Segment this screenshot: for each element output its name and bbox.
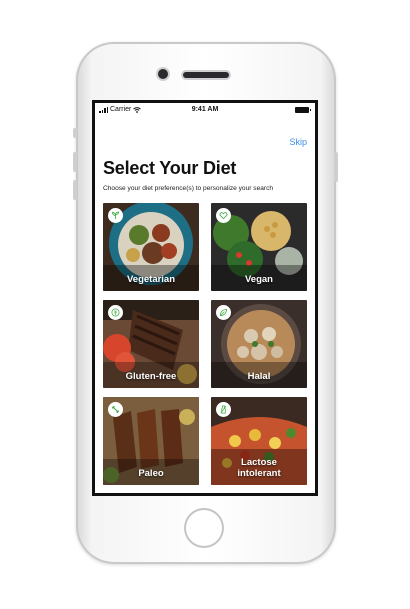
sprout-icon: [108, 208, 123, 223]
diet-label: Lactose intolerant: [237, 457, 281, 479]
page-title: Select Your Diet: [103, 158, 237, 178]
mute-switch: [73, 128, 77, 138]
diet-card-vegetarian[interactable]: Vegetarian: [103, 203, 199, 291]
status-time: 9:41 AM: [191, 106, 219, 113]
diet-label: Vegetarian: [126, 274, 176, 285]
volume-up-button: [73, 152, 77, 172]
battery-icon: [295, 107, 311, 113]
diet-label: Paleo: [138, 468, 164, 479]
diet-label: Vegan: [245, 274, 273, 285]
no-wheat-icon: [108, 305, 123, 320]
diet-card-lactose-intolerant[interactable]: Lactose intolerant: [211, 397, 307, 485]
page-subtitle: Choose your diet preference(s) to person…: [103, 185, 274, 192]
milk-bottle-icon: [216, 402, 231, 417]
home-button[interactable]: [184, 508, 224, 548]
status-bar: Carrier 9:41 AM: [95, 103, 315, 117]
diet-card-halal[interactable]: Halal: [211, 300, 307, 388]
bone-icon: [108, 402, 123, 417]
skip-button[interactable]: Skip: [289, 137, 307, 147]
front-camera: [158, 69, 168, 79]
diet-card-gluten-free[interactable]: Gluten-free: [103, 300, 199, 388]
diet-card-paleo[interactable]: Paleo: [103, 397, 199, 485]
diet-card-vegan[interactable]: Vegan: [211, 203, 307, 291]
volume-down-button: [73, 180, 77, 200]
diet-label: Gluten-free: [125, 371, 177, 382]
heart-leaf-icon: [216, 208, 231, 223]
earpiece-speaker: [183, 72, 229, 78]
app-screen: Carrier 9:41 AM Skip Select Your Diet Ch…: [92, 100, 318, 496]
power-button: [334, 152, 338, 182]
leaf-icon: [216, 305, 231, 320]
diet-label: Halal: [247, 371, 271, 382]
diet-grid: Vegetarian Vegan Gluten-free Halal Paleo…: [103, 203, 309, 485]
